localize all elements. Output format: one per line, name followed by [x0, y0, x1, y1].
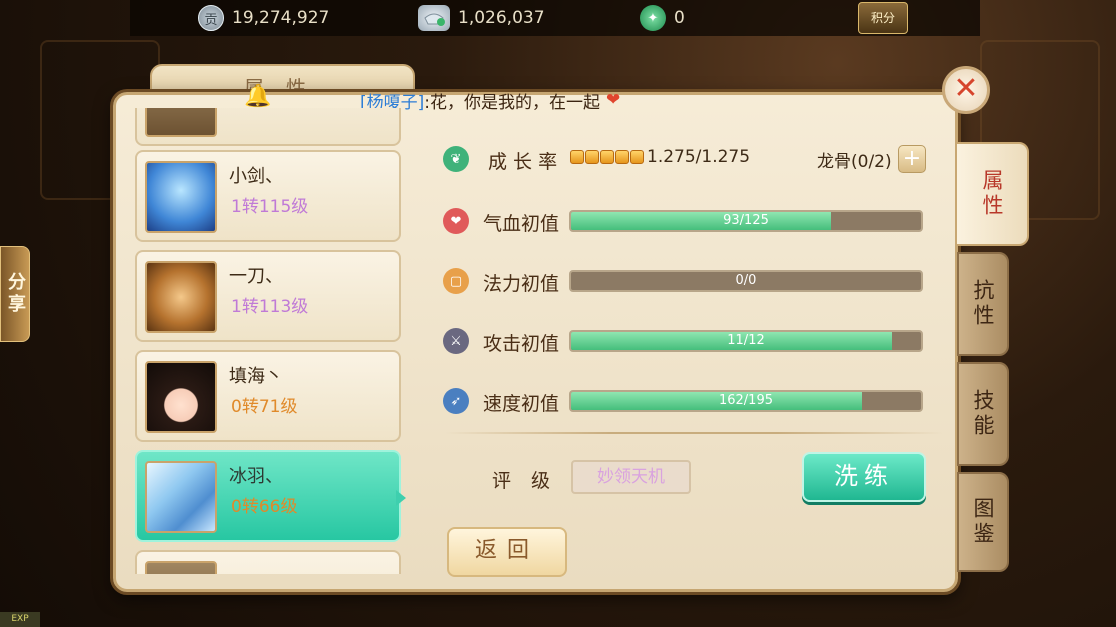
jade-display[interactable]: ✦ 0 [640, 4, 685, 32]
growth-label: 成 长 率 [488, 151, 558, 173]
jade-icon: ✦ [640, 5, 666, 31]
tab-skills[interactable]: 技能 [957, 362, 1009, 466]
share-button[interactable]: 分享 [0, 246, 30, 342]
silver-display[interactable]: 1,026,037 [418, 4, 545, 32]
stat-value: 0/0 [735, 273, 757, 288]
growth-row: ❦ 成 长 率 [443, 144, 557, 174]
stat-value: 93/125 [723, 213, 769, 228]
stat-bar-attack: 11/12 [569, 330, 923, 352]
tab-attributes[interactable]: 属性 [955, 142, 1029, 246]
contribution-display: 贡 19,274,927 [198, 4, 329, 32]
pet-list-item[interactable]: 小剑、 1转115级 [135, 150, 401, 242]
stat-bar-mp: 0/0 [569, 270, 923, 292]
heart-icon: ❤ [606, 90, 621, 110]
pet-list-item[interactable]: 填海丶 0转71级 [135, 350, 401, 442]
stat-bar-speed: 162/195 [569, 390, 923, 412]
silver-value: 1,026,037 [458, 8, 545, 28]
growth-leaf-icon: ❦ [443, 146, 469, 172]
exp-label: EXP [0, 612, 40, 627]
heart-icon: ❤ [443, 208, 469, 234]
pet-avatar [145, 361, 217, 433]
mana-icon: ▢ [443, 268, 469, 294]
pet-list[interactable]: 小剑、 1转115级 一刀、 1转113级 填海丶 0转71级 冰羽、 0转66… [135, 108, 403, 574]
stat-label: 法力初值 [483, 273, 560, 295]
grade-value: 妙领天机 [571, 460, 691, 494]
sword-icon: ⚔ [443, 328, 469, 354]
pet-avatar [145, 461, 217, 533]
marquee-message: :花，你是我的，在一起 [424, 92, 600, 113]
grade-label: 评级 [492, 470, 571, 492]
close-button[interactable]: ✕ [942, 66, 990, 114]
stat-label: 气血初值 [483, 213, 560, 235]
pet-name: 冰羽、 [229, 466, 283, 487]
pet-avatar [145, 261, 217, 333]
score-button[interactable]: 积分 [858, 2, 908, 34]
stat-row-attack: ⚔ 攻击初值 [443, 326, 559, 356]
tab-compendium[interactable]: 图鉴 [957, 472, 1009, 572]
pet-level: 1转113级 [231, 297, 309, 317]
silver-ingot-icon [418, 5, 450, 31]
pet-list-item-partial[interactable] [135, 550, 401, 574]
pet-level: 1转115级 [231, 197, 309, 217]
pet-list-item[interactable]: 一刀、 1转113级 [135, 250, 401, 342]
bell-icon: 🔔 [244, 84, 272, 109]
stat-label: 速度初值 [483, 393, 560, 415]
add-dragon-bone-button[interactable]: + [898, 145, 926, 173]
close-icon: ✕ [953, 71, 979, 106]
speed-icon: ➶ [443, 388, 469, 414]
score-label: 积分 [870, 11, 895, 25]
stat-row-speed: ➶ 速度初值 [443, 386, 559, 416]
selection-arrow [396, 490, 406, 506]
pet-list-item-selected[interactable]: 冰羽、 0转66级 [135, 450, 401, 542]
divider [445, 432, 943, 434]
pet-name: 填海丶 [229, 366, 283, 387]
growth-dots [570, 150, 644, 164]
stat-row-hp: ❤ 气血初值 [443, 206, 559, 236]
pet-level: 0转66级 [231, 497, 298, 517]
stat-value: 11/12 [727, 333, 765, 348]
growth-value: 1.275/1.275 [647, 147, 751, 167]
pet-avatar [145, 108, 217, 137]
share-label: 分享 [5, 272, 26, 316]
chat-marquee: [杨嗄子] :花，你是我的，在一起 ❤ [360, 88, 950, 113]
contribution-coin-icon: 贡 [198, 5, 224, 31]
jade-value: 0 [674, 8, 685, 28]
pet-level: 0转71级 [231, 397, 298, 417]
contribution-value: 19,274,927 [232, 8, 330, 28]
wash-button[interactable]: 洗练 [802, 452, 926, 502]
stat-label: 攻击初值 [483, 333, 560, 355]
pet-name: 小剑、 [229, 166, 283, 187]
pet-avatar [145, 161, 217, 233]
pet-list-item-partial[interactable] [135, 108, 401, 146]
plus-icon: + [902, 146, 922, 171]
stat-value: 162/195 [718, 393, 773, 408]
dragon-bone-label: 龙骨(0/2) [817, 152, 892, 172]
tab-resistance[interactable]: 抗性 [957, 252, 1009, 356]
pet-avatar [145, 561, 217, 574]
pet-name: 一刀、 [229, 266, 283, 287]
back-button[interactable]: 返回 [447, 527, 567, 577]
stat-bar-hp: 93/125 [569, 210, 923, 232]
stat-row-mp: ▢ 法力初值 [443, 266, 559, 296]
